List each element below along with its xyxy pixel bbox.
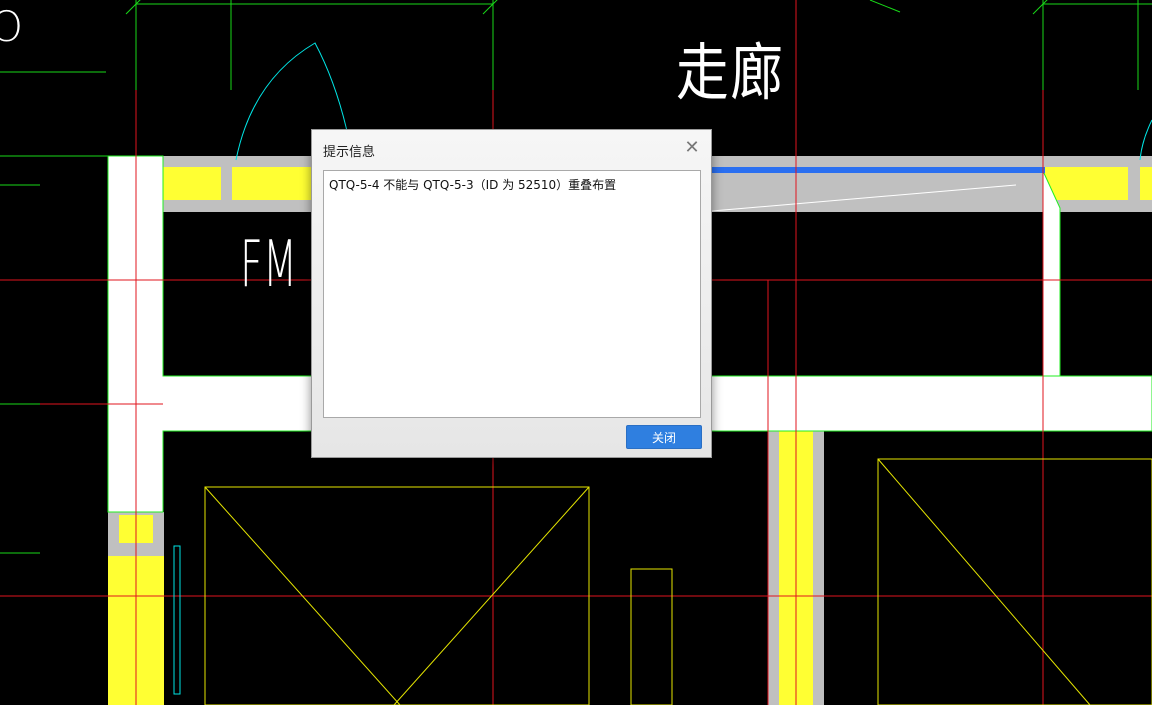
corridor-room-label: 走廊 (676, 36, 785, 109)
dialog-message: QTQ-5-4 不能与 QTQ-5-3（ID 为 52510）重叠布置 (329, 178, 617, 192)
close-icon[interactable]: ✕ (681, 138, 703, 160)
close-button[interactable]: 关闭 (626, 425, 702, 449)
fm-door-label: FM (240, 228, 298, 302)
partial-axis-label: O (0, 2, 24, 51)
prompt-dialog: 提示信息 ✕ QTQ-5-4 不能与 QTQ-5-3（ID 为 52510）重叠… (311, 129, 712, 458)
dialog-message-box: QTQ-5-4 不能与 QTQ-5-3（ID 为 52510）重叠布置 (323, 170, 701, 418)
dialog-titlebar[interactable]: 提示信息 ✕ (312, 130, 711, 168)
opening-markers (204, 458, 1152, 705)
dialog-title: 提示信息 (323, 145, 376, 160)
